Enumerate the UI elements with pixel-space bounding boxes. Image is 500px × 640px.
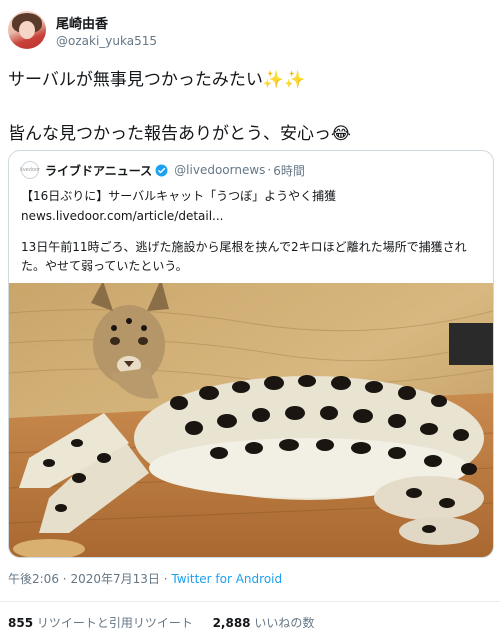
- meta-separator: ·: [62, 572, 67, 586]
- quoted-link[interactable]: news.livedoor.com/article/detail...: [21, 209, 224, 223]
- like-stat[interactable]: 2,888 いいねの数: [213, 616, 315, 630]
- tweet-header: 尾崎由香 @ozaki_yuka515: [8, 8, 157, 52]
- quoted-description: 13日午前11時ごろ、逃げた施設から尾根を挟んで2キロほど離れた場所で捕獲された…: [21, 240, 467, 273]
- tweet-date[interactable]: 2020年7月13日: [70, 572, 159, 586]
- avatar[interactable]: [8, 11, 46, 49]
- like-label: いいねの数: [254, 616, 315, 630]
- tweet-client-link[interactable]: Twitter for Android: [171, 572, 282, 586]
- tweet-time[interactable]: 午後2:06: [8, 572, 59, 586]
- author-names: 尾崎由香 @ozaki_yuka515: [56, 13, 157, 48]
- quoted-tweet-header: livedoor ライブドアニュース @livedoornews · 6時間: [20, 161, 305, 179]
- tweet-text-line-1: サーバルが無事見つかったみたい✨✨: [8, 70, 306, 90]
- tweet-text: サーバルが無事見つかったみたい✨✨ 皆んな見つかった報告ありがとう、安心っ😂: [8, 66, 492, 148]
- quoted-source-handle[interactable]: @livedoornews: [174, 163, 265, 177]
- quoted-time[interactable]: 6時間: [273, 162, 305, 179]
- retweet-count: 855: [8, 616, 34, 630]
- tweet-stats: 855 リツイートと引用リツイート 2,888 いいねの数: [8, 614, 314, 631]
- like-count: 2,888: [212, 616, 251, 630]
- retweet-label: リツイートと引用リツイート: [36, 616, 193, 630]
- divider: [0, 601, 500, 602]
- quoted-source-name[interactable]: ライブドアニュース: [45, 162, 152, 179]
- quoted-title: 【16日ぶりに】サーバルキャット「うつぼ」ようやく捕獲: [21, 189, 337, 203]
- quoted-separator: ·: [267, 163, 272, 177]
- serval-photo[interactable]: [9, 283, 493, 557]
- tweet-text-line-2: 皆んな見つかった報告ありがとう、安心っ😂: [8, 124, 351, 144]
- tweet-meta: 午後2:06 · 2020年7月13日 · Twitter for Androi…: [8, 570, 282, 587]
- livedoor-logo-icon: livedoor: [20, 161, 40, 179]
- meta-separator-2: ·: [163, 572, 168, 586]
- quoted-tweet-card[interactable]: livedoor ライブドアニュース @livedoornews · 6時間 【…: [8, 150, 494, 558]
- verified-badge-icon: [155, 164, 168, 176]
- author-display-name[interactable]: 尾崎由香: [56, 13, 157, 32]
- author-handle[interactable]: @ozaki_yuka515: [56, 34, 157, 48]
- retweet-stat[interactable]: 855 リツイートと引用リツイート: [8, 616, 193, 630]
- avatar-face: [19, 21, 35, 39]
